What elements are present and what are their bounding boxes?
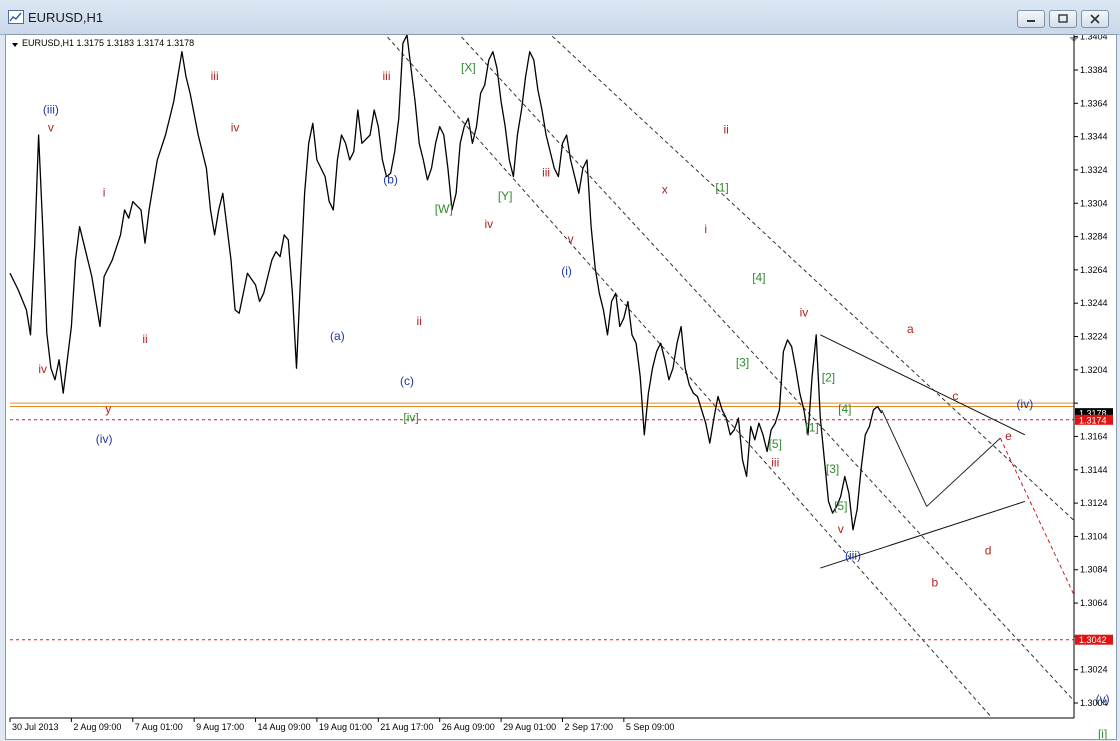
price-tick-label: 1.3104 bbox=[1080, 531, 1108, 541]
wave-label: (iv) bbox=[1017, 397, 1034, 411]
price-box-label: 1.3042 bbox=[1079, 635, 1107, 645]
wave-label: [1] bbox=[715, 181, 728, 195]
wave-label: iii bbox=[771, 455, 779, 469]
wave-label: i bbox=[704, 222, 707, 236]
wave-label: [3] bbox=[736, 356, 749, 370]
price-chart[interactable]: (iii)viivy(iv)iiiiiiv(a)iii(b)ii(c)[iv][… bbox=[6, 35, 1116, 739]
price-tick-label: 1.3204 bbox=[1080, 365, 1108, 375]
wave-label: [1] bbox=[805, 420, 818, 434]
wave-label: [3] bbox=[826, 462, 839, 476]
chart-window-icon[interactable] bbox=[8, 10, 24, 24]
wave-label: y bbox=[105, 402, 111, 416]
price-tick-label: 1.3384 bbox=[1080, 65, 1108, 75]
wave-label: e bbox=[1005, 429, 1012, 443]
maximize-button[interactable] bbox=[1049, 10, 1077, 28]
wave-label: ii bbox=[417, 314, 422, 328]
wave-label: (iii) bbox=[43, 102, 59, 116]
wave-label: [Y] bbox=[498, 189, 513, 203]
wave-label: v bbox=[838, 522, 844, 536]
wave-label: iv bbox=[231, 121, 240, 135]
time-tick-label: 7 Aug 01:00 bbox=[135, 722, 183, 732]
restore-icon bbox=[1058, 14, 1068, 23]
wave-label: ii bbox=[723, 122, 728, 136]
price-tick-label: 1.3324 bbox=[1080, 165, 1108, 175]
time-tick-label: 9 Aug 17:00 bbox=[196, 722, 244, 732]
plot-background bbox=[6, 35, 1116, 739]
price-tick-label: 1.3064 bbox=[1080, 598, 1108, 608]
wave-label: [4] bbox=[752, 271, 765, 285]
wave-label: (b) bbox=[383, 172, 398, 186]
time-tick-label: 30 Jul 2013 bbox=[12, 722, 59, 732]
wave-label: iii bbox=[211, 69, 219, 83]
wave-label: [5] bbox=[834, 499, 847, 513]
wave-label: [X] bbox=[461, 61, 476, 75]
wave-label: (a) bbox=[330, 329, 345, 343]
time-tick-label: 26 Aug 09:00 bbox=[442, 722, 495, 732]
wave-label: [iv] bbox=[403, 410, 418, 424]
price-tick-label: 1.3224 bbox=[1080, 332, 1108, 342]
time-tick-label: 14 Aug 09:00 bbox=[258, 722, 311, 732]
wave-label: c bbox=[952, 389, 958, 403]
time-tick-label: 21 Aug 17:00 bbox=[380, 722, 433, 732]
wave-label: (c) bbox=[400, 374, 414, 388]
wave-label: iii bbox=[542, 166, 550, 180]
wave-label: b bbox=[932, 575, 939, 589]
wave-label: [2] bbox=[822, 370, 835, 384]
wave-label: d bbox=[985, 544, 992, 558]
minimize-button[interactable] bbox=[1017, 10, 1045, 28]
price-tick-label: 1.3024 bbox=[1080, 665, 1108, 675]
wave-label: [W] bbox=[435, 202, 453, 216]
wave-label: iii bbox=[382, 69, 390, 83]
wave-label: (iv) bbox=[96, 432, 113, 446]
wave-label: [i] bbox=[1098, 727, 1107, 739]
price-tick-label: 1.3364 bbox=[1080, 98, 1108, 108]
wave-label: (iii) bbox=[845, 549, 861, 563]
price-tick-label: 1.3004 bbox=[1080, 698, 1108, 708]
price-tick-label: 1.3244 bbox=[1080, 298, 1108, 308]
time-tick-label: 2 Sep 17:00 bbox=[564, 722, 613, 732]
window-titlebar: EURUSD,H1 bbox=[0, 0, 1120, 35]
close-button[interactable] bbox=[1081, 10, 1109, 28]
time-tick-label: 19 Aug 01:00 bbox=[319, 722, 372, 732]
price-tick-label: 1.3304 bbox=[1080, 198, 1108, 208]
price-tick-label: 1.3084 bbox=[1080, 565, 1108, 575]
window-title: EURUSD,H1 bbox=[28, 10, 104, 25]
wave-label: x bbox=[662, 182, 668, 196]
wave-label: [4] bbox=[838, 402, 851, 416]
time-tick-label: 29 Aug 01:00 bbox=[503, 722, 556, 732]
minimize-icon bbox=[1027, 20, 1035, 22]
wave-label: [5] bbox=[769, 437, 782, 451]
wave-label: a bbox=[907, 322, 914, 336]
chart-area[interactable]: (iii) v i iv y (iv) ii iii iv (a) iii (b) ii (c) [iv][… bbox=[5, 34, 1117, 740]
wave-label: iv bbox=[484, 217, 493, 231]
wave-label: ii bbox=[142, 332, 147, 346]
price-tick-label: 1.3344 bbox=[1080, 132, 1108, 142]
price-tick-label: 1.3124 bbox=[1080, 498, 1108, 508]
wave-label: iv bbox=[800, 306, 809, 320]
symbol-info: EURUSD,H1 1.3175 1.3183 1.3174 1.3178 bbox=[22, 38, 195, 48]
wave-label: i bbox=[103, 186, 106, 200]
price-tick-label: 1.3164 bbox=[1080, 431, 1108, 441]
time-tick-label: 5 Sep 09:00 bbox=[626, 722, 675, 732]
time-tick-label: 2 Aug 09:00 bbox=[73, 722, 121, 732]
price-tick-label: 1.3264 bbox=[1080, 265, 1108, 275]
wave-label: v bbox=[48, 121, 54, 135]
wave-label: v bbox=[568, 232, 574, 246]
price-box-label: 1.3174 bbox=[1079, 415, 1107, 425]
wave-label: (i) bbox=[561, 264, 572, 278]
close-icon bbox=[1090, 14, 1100, 24]
wave-label: iv bbox=[38, 362, 47, 376]
price-tick-label: 1.3404 bbox=[1080, 35, 1108, 42]
price-tick-label: 1.3284 bbox=[1080, 232, 1108, 242]
price-tick-label: 1.3144 bbox=[1080, 465, 1108, 475]
